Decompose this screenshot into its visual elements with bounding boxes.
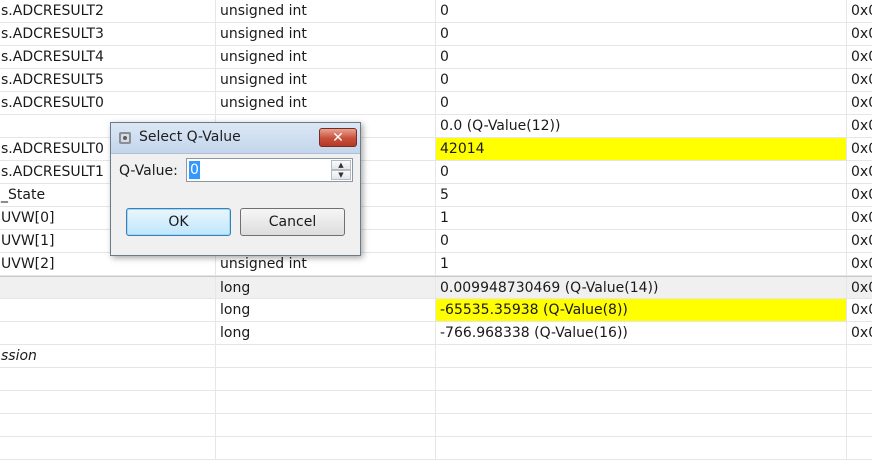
variable-name-cell[interactable] <box>0 299 215 321</box>
variable-name-cell[interactable] <box>0 414 215 436</box>
variable-name-cell[interactable]: s.ADCRESULT3 <box>0 23 215 45</box>
value-cell[interactable] <box>435 414 846 436</box>
type-cell[interactable] <box>215 414 435 436</box>
table-row[interactable]: s.ADCRESULT3unsigned int00x0 <box>0 23 872 46</box>
table-row[interactable] <box>0 437 872 460</box>
type-cell[interactable] <box>215 368 435 390</box>
address-cell[interactable] <box>846 345 872 367</box>
type-cell[interactable]: unsigned int <box>215 23 435 45</box>
q-value-field[interactable]: 0 ▲ ▼ <box>186 158 353 182</box>
variable-name-cell[interactable]: UVW[2] <box>0 253 215 275</box>
q-value-label: Q-Value: <box>119 163 178 179</box>
value-cell[interactable] <box>435 345 846 367</box>
ok-button[interactable]: OK <box>126 208 231 236</box>
type-cell[interactable]: unsigned int <box>215 69 435 91</box>
address-cell[interactable]: 0x0 <box>846 115 872 137</box>
address-cell[interactable] <box>846 414 872 436</box>
table-row[interactable]: long-766.968338 (Q-Value(16))0x0 <box>0 322 872 345</box>
address-cell[interactable] <box>846 368 872 390</box>
table-row[interactable] <box>0 414 872 437</box>
address-cell[interactable]: 0x0 <box>846 184 872 206</box>
variable-name-cell[interactable] <box>0 391 215 413</box>
type-cell[interactable]: unsigned int <box>215 253 435 275</box>
variable-name-cell[interactable] <box>0 322 215 344</box>
type-cell[interactable] <box>215 391 435 413</box>
address-cell[interactable]: 0x0 <box>846 207 872 229</box>
value-cell[interactable] <box>435 368 846 390</box>
value-cell[interactable]: 0 <box>435 46 846 68</box>
variable-name-cell[interactable] <box>0 277 215 299</box>
variable-name-cell[interactable]: ssion <box>0 345 215 367</box>
q-value-input[interactable]: 0 <box>189 161 200 179</box>
table-row[interactable] <box>0 368 872 391</box>
address-cell[interactable]: 0x0 <box>846 23 872 45</box>
value-cell[interactable]: -65535.35938 (Q-Value(8)) <box>435 299 846 321</box>
variable-name-cell[interactable] <box>0 437 215 459</box>
address-cell[interactable]: 0x0 <box>846 161 872 183</box>
address-cell[interactable]: 0x0 <box>846 277 872 299</box>
value-cell[interactable] <box>435 391 846 413</box>
variable-name-cell[interactable]: s.ADCRESULT5 <box>0 69 215 91</box>
address-cell[interactable]: 0x0 <box>846 92 872 114</box>
address-cell[interactable]: 0x0 <box>846 0 872 22</box>
dialog-title: Select Q-Value <box>139 129 241 145</box>
address-cell[interactable]: 0x0 <box>846 253 872 275</box>
value-cell[interactable]: 0 <box>435 92 846 114</box>
address-cell[interactable] <box>846 391 872 413</box>
q-value-spinner[interactable]: ▲ ▼ <box>331 160 351 180</box>
type-cell[interactable] <box>215 345 435 367</box>
variable-name-cell[interactable] <box>0 368 215 390</box>
value-cell[interactable]: 5 <box>435 184 846 206</box>
cancel-button[interactable]: Cancel <box>240 208 345 236</box>
value-cell[interactable] <box>435 437 846 459</box>
table-row[interactable] <box>0 391 872 414</box>
select-q-value-dialog: Select Q-Value ✕ Q-Value: 0 ▲ ▼ OK Cance… <box>110 122 361 256</box>
value-cell[interactable]: 1 <box>435 207 846 229</box>
spin-down-icon[interactable]: ▼ <box>331 170 351 180</box>
value-cell[interactable]: 0 <box>435 230 846 252</box>
table-row[interactable]: s.ADCRESULT4unsigned int00x0 <box>0 46 872 69</box>
type-cell[interactable]: unsigned int <box>215 92 435 114</box>
table-row[interactable]: UVW[2]unsigned int10x0 <box>0 253 872 276</box>
type-cell[interactable]: long <box>215 277 435 299</box>
table-row[interactable]: s.ADCRESULT0unsigned int00x0 <box>0 92 872 115</box>
type-cell[interactable]: unsigned int <box>215 0 435 22</box>
address-cell[interactable]: 0x0 <box>846 299 872 321</box>
value-cell[interactable]: 0.0 (Q-Value(12)) <box>435 115 846 137</box>
dialog-titlebar[interactable]: Select Q-Value ✕ <box>111 123 360 154</box>
address-cell[interactable]: 0x0 <box>846 69 872 91</box>
table-row[interactable]: s.ADCRESULT5unsigned int00x0 <box>0 69 872 92</box>
value-cell[interactable]: 0 <box>435 161 846 183</box>
table-row[interactable]: long-65535.35938 (Q-Value(8))0x0 <box>0 299 872 322</box>
address-cell[interactable]: 0x0 <box>846 230 872 252</box>
value-cell[interactable]: 0.009948730469 (Q-Value(14)) <box>435 277 846 299</box>
address-cell[interactable]: 0x0 <box>846 46 872 68</box>
variable-name-cell[interactable]: s.ADCRESULT4 <box>0 46 215 68</box>
table-row[interactable]: s.ADCRESULT2unsigned int00x0 <box>0 0 872 23</box>
type-cell[interactable] <box>215 437 435 459</box>
variable-name-cell[interactable]: s.ADCRESULT2 <box>0 0 215 22</box>
table-row[interactable]: ssion <box>0 345 872 368</box>
value-cell[interactable]: 42014 <box>435 138 846 160</box>
address-cell[interactable] <box>846 437 872 459</box>
address-cell[interactable]: 0x0 <box>846 138 872 160</box>
value-cell[interactable]: 1 <box>435 253 846 275</box>
variable-name-cell[interactable]: s.ADCRESULT0 <box>0 92 215 114</box>
spin-up-icon[interactable]: ▲ <box>331 160 351 170</box>
app-icon <box>119 132 131 144</box>
table-row[interactable]: long0.009948730469 (Q-Value(14))0x0 <box>0 276 872 299</box>
type-cell[interactable]: long <box>215 299 435 321</box>
close-button[interactable]: ✕ <box>319 128 357 147</box>
value-cell[interactable]: 0 <box>435 69 846 91</box>
type-cell[interactable]: long <box>215 322 435 344</box>
value-cell[interactable]: 0 <box>435 0 846 22</box>
address-cell[interactable]: 0x0 <box>846 322 872 344</box>
value-cell[interactable]: -766.968338 (Q-Value(16)) <box>435 322 846 344</box>
type-cell[interactable]: unsigned int <box>215 46 435 68</box>
value-cell[interactable]: 0 <box>435 23 846 45</box>
